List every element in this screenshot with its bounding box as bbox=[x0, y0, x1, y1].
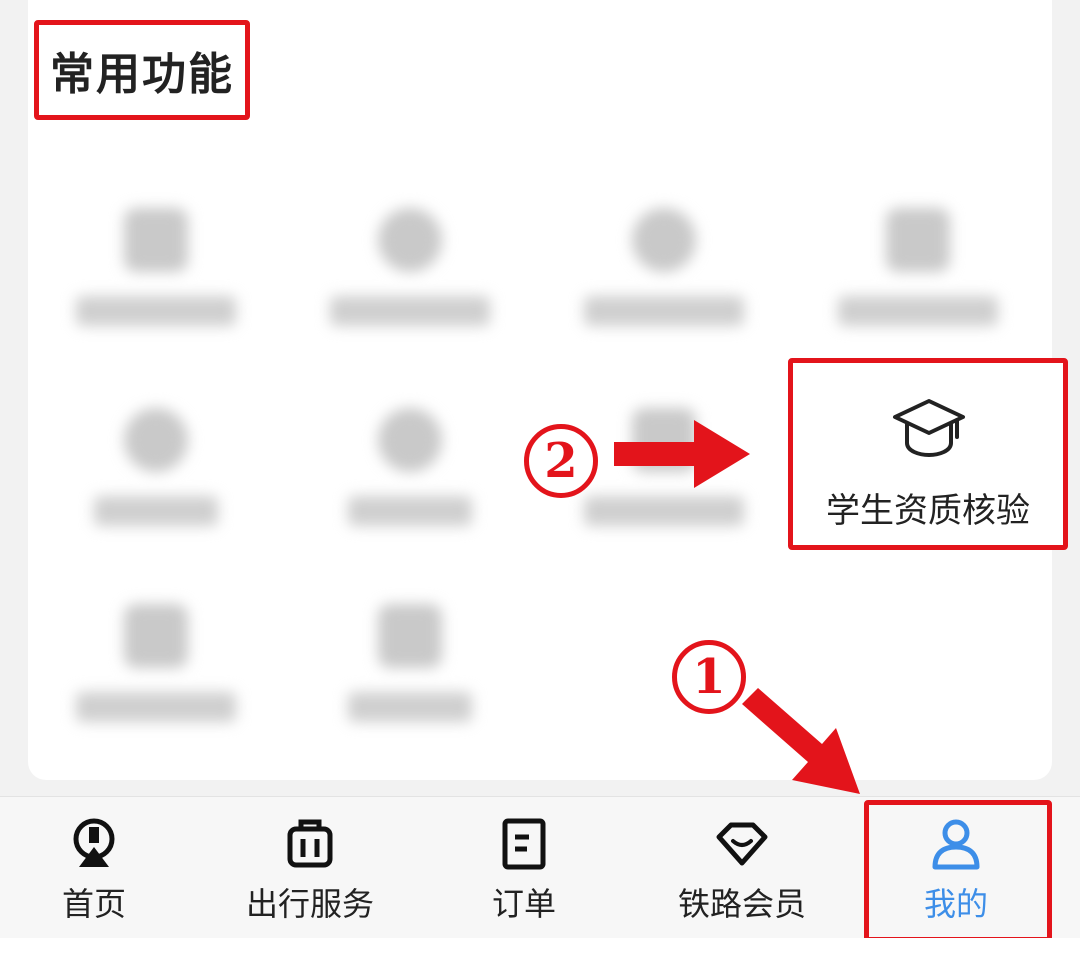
tab-railway-membership-label: 铁路会员 bbox=[677, 885, 806, 923]
railway-logo-icon bbox=[73, 818, 115, 867]
blurred-function-item[interactable] bbox=[564, 178, 764, 348]
tab-travel-services-label: 出行服务 bbox=[245, 885, 374, 923]
blurred-function-item[interactable] bbox=[818, 178, 1018, 348]
tab-railway-membership[interactable]: 铁路会员 bbox=[664, 797, 820, 939]
blurred-function-item[interactable] bbox=[56, 178, 256, 348]
step-1-marker: 1 bbox=[672, 640, 746, 714]
tab-mine-highlight bbox=[864, 800, 1052, 942]
order-document-icon bbox=[502, 818, 546, 870]
student-verification-button[interactable]: 学生资质核验 bbox=[788, 358, 1068, 550]
graduation-cap-icon bbox=[893, 399, 965, 457]
tab-home-label: 首页 bbox=[61, 885, 126, 923]
section-title: 常用功能 bbox=[34, 20, 250, 120]
blurred-function-item[interactable] bbox=[56, 574, 256, 744]
arrow-right-icon bbox=[614, 420, 750, 488]
bottom-safe-area bbox=[0, 938, 1080, 960]
blurred-function-item[interactable] bbox=[310, 178, 510, 348]
arrow-down-right-icon bbox=[742, 688, 860, 794]
luggage-icon bbox=[287, 819, 333, 868]
tab-orders-label: 订单 bbox=[491, 885, 556, 923]
blurred-function-item[interactable] bbox=[310, 378, 510, 548]
blurred-function-item[interactable] bbox=[310, 574, 510, 744]
tab-home[interactable]: 首页 bbox=[42, 797, 146, 939]
blurred-function-item[interactable] bbox=[56, 378, 256, 548]
step-2-marker: 2 bbox=[524, 424, 598, 498]
tab-orders[interactable]: 订单 bbox=[470, 797, 578, 939]
tab-travel-services[interactable]: 出行服务 bbox=[232, 797, 388, 939]
diamond-icon bbox=[716, 822, 768, 866]
student-verification-label: 学生资质核验 bbox=[826, 491, 1030, 531]
